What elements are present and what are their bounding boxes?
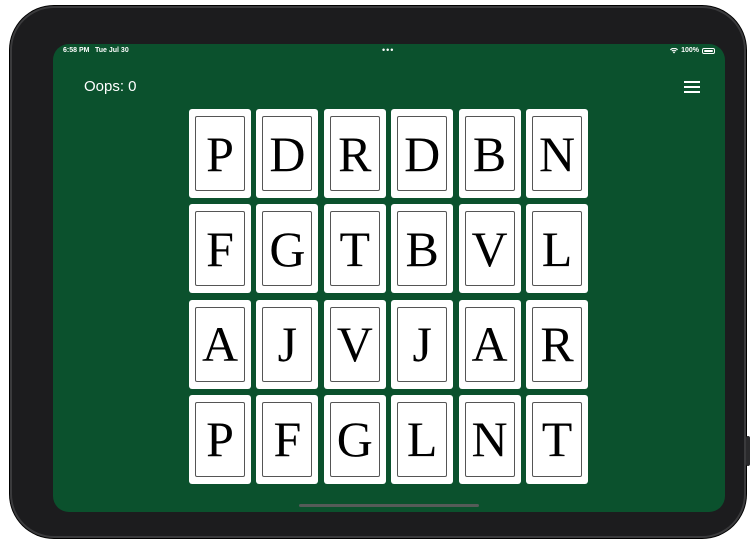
- card[interactable]: T: [323, 204, 386, 294]
- card-letter: A: [464, 306, 515, 382]
- card-letter: J: [262, 306, 313, 382]
- card[interactable]: D: [391, 109, 454, 198]
- card-letter: T: [329, 211, 380, 287]
- card[interactable]: F: [256, 394, 319, 484]
- battery-percent: 100%: [681, 47, 699, 54]
- card[interactable]: V: [323, 299, 386, 389]
- card-letter: P: [195, 116, 245, 191]
- home-indicator[interactable]: [299, 504, 479, 507]
- card[interactable]: V: [458, 204, 521, 294]
- card-letter: A: [195, 306, 245, 382]
- wifi-icon: [670, 47, 679, 53]
- card-letter: R: [532, 306, 582, 382]
- battery-icon: [702, 47, 715, 54]
- status-time: 6:58 PM: [63, 47, 90, 54]
- oops-counter: Oops: 0: [84, 78, 137, 95]
- card[interactable]: P: [189, 109, 251, 198]
- card-letter: D: [262, 116, 313, 191]
- card[interactable]: A: [189, 299, 251, 389]
- card[interactable]: N: [458, 394, 521, 484]
- card[interactable]: N: [526, 109, 588, 198]
- card[interactable]: L: [391, 394, 454, 484]
- card[interactable]: J: [391, 299, 454, 389]
- status-date: Tue Jul 30: [95, 47, 129, 54]
- ipad-frame: 6:58 PM Tue Jul 30 ••• 100% Oops: 0 PDRD…: [10, 6, 750, 538]
- hamburger-menu-icon[interactable]: [684, 80, 700, 94]
- multitasking-dots[interactable]: •••: [382, 45, 394, 55]
- card-letter: B: [464, 116, 515, 191]
- card[interactable]: R: [323, 109, 386, 198]
- card[interactable]: F: [189, 204, 251, 294]
- card-letter: G: [262, 211, 313, 287]
- card-letter: N: [532, 116, 582, 191]
- card-letter: T: [532, 401, 582, 477]
- card-letter: L: [532, 211, 582, 287]
- status-right: 100%: [670, 47, 715, 54]
- card[interactable]: J: [256, 299, 319, 389]
- card[interactable]: P: [189, 394, 251, 484]
- card[interactable]: A: [458, 299, 521, 389]
- card-letter: B: [397, 211, 448, 287]
- card-letter: L: [397, 401, 448, 477]
- status-bar: 6:58 PM Tue Jul 30 ••• 100%: [53, 44, 725, 60]
- card-letter: D: [397, 116, 448, 191]
- card-letter: J: [397, 306, 448, 382]
- card[interactable]: G: [256, 204, 319, 294]
- card-letter: F: [262, 401, 313, 477]
- card-letter: N: [464, 401, 515, 477]
- card-letter: G: [329, 401, 380, 477]
- game-screen: 6:58 PM Tue Jul 30 ••• 100% Oops: 0 PDRD…: [53, 44, 725, 512]
- card-letter: V: [329, 306, 380, 382]
- card[interactable]: T: [526, 394, 588, 484]
- card-grid: PDRDBNFGTBVLAJVJARPFGLNT: [189, 109, 589, 489]
- card-letter: V: [464, 211, 515, 287]
- card-letter: R: [329, 116, 380, 191]
- card[interactable]: B: [458, 109, 521, 198]
- card[interactable]: R: [526, 299, 588, 389]
- card[interactable]: D: [256, 109, 319, 198]
- card[interactable]: G: [323, 394, 386, 484]
- card-letter: P: [195, 401, 245, 477]
- card[interactable]: L: [526, 204, 588, 294]
- card-letter: F: [195, 211, 245, 287]
- card[interactable]: B: [391, 204, 454, 294]
- side-button: [746, 436, 750, 466]
